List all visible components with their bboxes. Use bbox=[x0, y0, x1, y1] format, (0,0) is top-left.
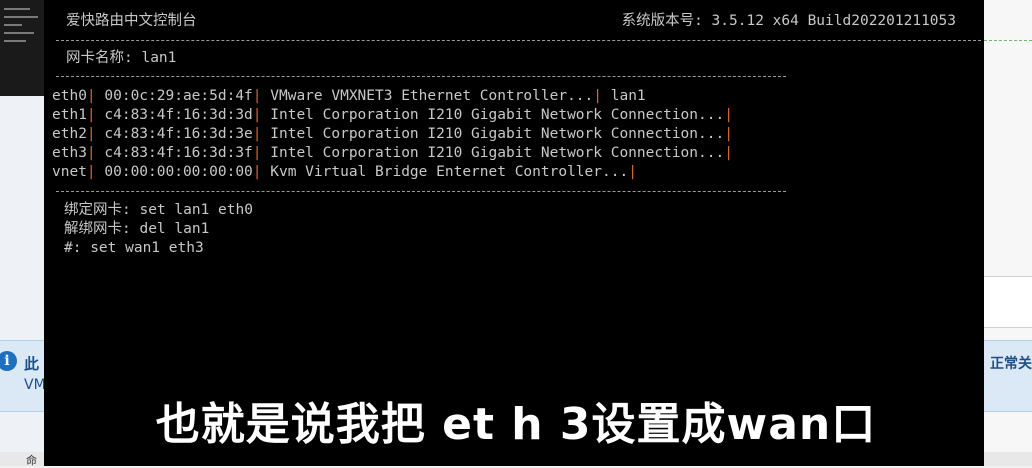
column-separator: | bbox=[724, 145, 733, 161]
console-separator bbox=[56, 191, 786, 192]
command-prompt[interactable]: #: set wan1 eth3 bbox=[64, 239, 253, 258]
nic-row: eth0 | 00:0c:29:ae:5d:4f | VMware VMXNET3 … bbox=[52, 87, 733, 106]
nic-row: eth1 | c4:83:4f:16:3d:3d | Intel Corporati… bbox=[52, 106, 733, 125]
unbind-hint: 解绑网卡: del lan1 bbox=[64, 221, 210, 237]
column-separator: | bbox=[252, 145, 262, 161]
nic-mac: 00:00:00:00:00:00 bbox=[95, 164, 253, 180]
nic-name: eth2 bbox=[52, 126, 87, 142]
column-separator: | bbox=[86, 107, 96, 123]
column-separator: | bbox=[252, 126, 262, 142]
divider bbox=[984, 40, 1032, 41]
nic-name: eth0 bbox=[52, 88, 87, 104]
nic-mac: 00:0c:29:ae:5d:4f bbox=[95, 88, 253, 104]
column-separator: | bbox=[724, 126, 733, 142]
command-area: 绑定网卡: set lan1 eth0 解绑网卡: del lan1 #: se… bbox=[64, 201, 253, 258]
column-separator: | bbox=[86, 164, 96, 180]
host-panel-box bbox=[984, 276, 1032, 328]
nic-description: Intel Corporation I210 Gigabit Network C… bbox=[261, 107, 725, 123]
nic-mac: c4:83:4f:16:3d:3e bbox=[95, 126, 253, 142]
info-bar-action[interactable]: 正常关 bbox=[990, 353, 1032, 373]
console-version: 系统版本号: 3.5.12 x64 Build202201211053 bbox=[621, 13, 956, 29]
nic-description: Intel Corporation I210 Gigabit Network C… bbox=[261, 126, 725, 142]
nic-description: Kvm Virtual Bridge Enternet Controller..… bbox=[261, 164, 629, 180]
column-separator: | bbox=[252, 164, 262, 180]
info-bar-title: 此 bbox=[24, 355, 40, 373]
video-subtitle: 也就是说我把 et h 3设置成wan口 bbox=[155, 399, 877, 450]
nic-mac: c4:83:4f:16:3d:3f bbox=[95, 145, 253, 161]
column-separator: | bbox=[86, 145, 96, 161]
nic-row: vnet | 00:00:00:00:00:00 | Kvm Virtual Bri… bbox=[52, 163, 733, 182]
column-separator: | bbox=[86, 126, 96, 142]
nic-row: eth3 | c4:83:4f:16:3d:3f | Intel Corporati… bbox=[52, 144, 733, 163]
nic-row: eth2 | c4:83:4f:16:3d:3e | Intel Corporati… bbox=[52, 125, 733, 144]
console-separator bbox=[56, 76, 786, 77]
nic-name: eth1 bbox=[52, 107, 87, 123]
thumb-line bbox=[4, 16, 38, 18]
console-title: 爱快路由中文控制台 bbox=[66, 13, 197, 29]
column-separator: | bbox=[86, 88, 96, 104]
column-separator: | bbox=[724, 107, 733, 123]
thumb-line bbox=[4, 8, 30, 10]
bind-hint: 绑定网卡: set lan1 eth0 bbox=[64, 202, 253, 218]
nic-name-label: 网卡名称: lan1 bbox=[66, 50, 177, 66]
thumb-line bbox=[4, 32, 34, 34]
nic-binding: lan1 bbox=[602, 88, 646, 104]
nic-mac: c4:83:4f:16:3d:3d bbox=[95, 107, 253, 123]
column-separator: | bbox=[252, 107, 262, 123]
vm-thumbnail[interactable] bbox=[0, 0, 44, 96]
column-separator: | bbox=[628, 164, 637, 180]
thumb-line bbox=[4, 40, 26, 42]
thumb-line bbox=[4, 24, 22, 26]
nic-description: Intel Corporation I210 Gigabit Network C… bbox=[261, 145, 725, 161]
nic-table: eth0 | 00:0c:29:ae:5d:4f | VMware VMXNET3 … bbox=[52, 87, 733, 182]
console-separator bbox=[56, 40, 981, 41]
nic-description: VMware VMXNET3 Ethernet Controller... bbox=[261, 88, 594, 104]
info-icon: i bbox=[0, 351, 17, 371]
column-separator: | bbox=[252, 88, 262, 104]
nic-name: vnet bbox=[52, 164, 87, 180]
column-separator: | bbox=[593, 88, 602, 104]
nic-name: eth3 bbox=[52, 145, 87, 161]
